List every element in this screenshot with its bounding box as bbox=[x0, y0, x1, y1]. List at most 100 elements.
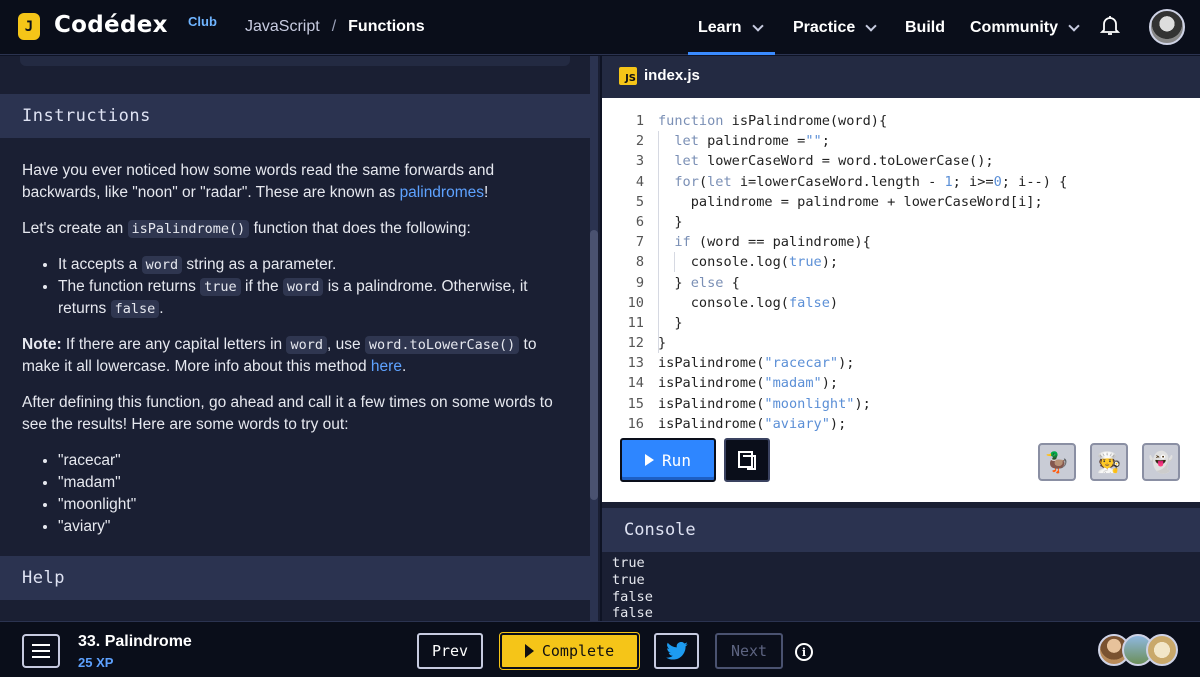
ghost-mascot-icon[interactable]: 👻 bbox=[1142, 443, 1180, 481]
lesson-menu-button[interactable] bbox=[22, 634, 60, 668]
play-icon bbox=[645, 454, 655, 466]
nav-active-indicator bbox=[688, 52, 775, 55]
inline-code: word bbox=[282, 278, 324, 296]
list-item: "racecar" bbox=[58, 450, 562, 472]
next-button[interactable]: Next bbox=[715, 633, 783, 669]
duck-mascot-icon[interactable]: 🦆 bbox=[1038, 443, 1076, 481]
prev-button[interactable]: Prev bbox=[417, 633, 483, 669]
run-button[interactable]: Run bbox=[620, 438, 716, 482]
code-lines[interactable]: 1 function isPalindrome(word){ 2 let pali… bbox=[602, 111, 1200, 434]
console-output: true true false false bbox=[612, 555, 653, 622]
console-heading: Console bbox=[602, 508, 1200, 552]
bottom-bar: 33. Palindrome 25 XP Prev Complete Next … bbox=[0, 621, 1200, 677]
inline-code: word bbox=[286, 336, 327, 354]
file-tab[interactable]: index.js bbox=[644, 67, 700, 84]
intro-paragraph: Have you ever noticed how some words rea… bbox=[22, 160, 562, 204]
breadcrumb: JavaScript / Functions bbox=[245, 18, 425, 36]
palindromes-link[interactable]: palindromes bbox=[400, 184, 484, 201]
requirements-list: It accepts a word string as a parameter.… bbox=[42, 254, 562, 320]
code-line[interactable]: 1 function isPalindrome(word){ bbox=[602, 111, 1200, 131]
console-line: false bbox=[612, 605, 653, 622]
nav-practice-label: Practice bbox=[793, 18, 856, 36]
inline-code: false bbox=[110, 300, 160, 318]
try-words-paragraph: After defining this function, go ahead a… bbox=[22, 394, 553, 433]
previous-section-edge bbox=[20, 56, 570, 66]
play-icon bbox=[524, 644, 534, 658]
brand-name[interactable]: Codédex bbox=[54, 12, 168, 38]
complete-button[interactable]: Complete bbox=[500, 633, 639, 669]
word-list: "racecar" "madam" "moonlight" "aviary" bbox=[42, 450, 562, 538]
list-item: It accepts a word string as a parameter. bbox=[58, 254, 562, 276]
info-icon[interactable]: i bbox=[795, 643, 813, 661]
code-line[interactable]: 13 isPalindrome("racecar"); bbox=[602, 353, 1200, 373]
instructions-heading: Instructions bbox=[0, 94, 590, 138]
run-label: Run bbox=[662, 450, 691, 470]
share-twitter-button[interactable] bbox=[654, 633, 699, 669]
chef-mascot-icon[interactable]: 🧑‍🍳 bbox=[1090, 443, 1128, 481]
nav-build[interactable]: Build bbox=[905, 0, 945, 55]
copy-button[interactable] bbox=[724, 438, 770, 482]
user-avatar[interactable] bbox=[1149, 9, 1185, 45]
task-paragraph: Let's create an isPalindrome() function … bbox=[22, 218, 562, 240]
console-line: true bbox=[612, 571, 645, 588]
codedex-logo-icon[interactable]: J bbox=[18, 13, 40, 40]
bell-icon[interactable] bbox=[1100, 15, 1120, 37]
twitter-icon bbox=[665, 642, 688, 660]
scrollbar-thumb[interactable] bbox=[590, 230, 598, 500]
code-line[interactable]: 15 isPalindrome("moonlight"); bbox=[602, 394, 1200, 414]
task-text-end: function that does the following: bbox=[249, 220, 471, 237]
brand-club-label: Club bbox=[188, 14, 217, 29]
javascript-file-icon: JS bbox=[619, 67, 637, 85]
contributor-avatar[interactable] bbox=[1146, 634, 1178, 666]
indent-guide bbox=[674, 252, 675, 272]
code-line[interactable]: 12} bbox=[602, 333, 1200, 353]
list-item: "aviary" bbox=[58, 516, 562, 538]
nav-community[interactable]: Community bbox=[970, 0, 1080, 55]
note-label: Note: bbox=[22, 336, 62, 353]
menu-line bbox=[32, 656, 50, 658]
code-line[interactable]: 14 isPalindrome("madam"); bbox=[602, 373, 1200, 393]
lesson-title: 33. Palindrome bbox=[78, 633, 192, 650]
console-line: true bbox=[612, 555, 645, 571]
note-paragraph: Note: If there are any capital letters i… bbox=[22, 336, 537, 375]
code-line[interactable]: 3 let lowerCaseWord = word.toLowerCase()… bbox=[602, 151, 1200, 171]
list-item: "moonlight" bbox=[58, 494, 562, 516]
instructions-content: Have you ever noticed how some words rea… bbox=[22, 160, 562, 552]
instructions-scrollbar[interactable] bbox=[590, 56, 598, 621]
code-line[interactable]: 9 } else { bbox=[602, 273, 1200, 293]
help-heading[interactable]: Help bbox=[0, 556, 590, 600]
nav-learn-label: Learn bbox=[698, 18, 742, 36]
code-line[interactable]: 6 } bbox=[602, 212, 1200, 232]
top-navbar: J Codédex Club JavaScript / Functions Le… bbox=[0, 0, 1200, 55]
code-line[interactable]: 2 let palindrome =""; bbox=[602, 131, 1200, 151]
code-line[interactable]: 4 for(let i=lowerCaseWord.length - 1; i>… bbox=[602, 172, 1200, 192]
editor-tab-bar: JS index.js bbox=[602, 56, 1200, 98]
code-line[interactable]: 11 } bbox=[602, 313, 1200, 333]
chevron-down-icon bbox=[865, 19, 877, 32]
code-line[interactable]: 5 palindrome = palindrome + lowerCaseWor… bbox=[602, 192, 1200, 212]
breadcrumb-course[interactable]: JavaScript bbox=[245, 18, 320, 36]
breadcrumb-lesson[interactable]: Functions bbox=[348, 18, 424, 36]
code-line[interactable]: 10 console.log(false) bbox=[602, 293, 1200, 313]
here-link[interactable]: here bbox=[371, 358, 402, 375]
inline-code: true bbox=[200, 278, 241, 296]
inline-code: isPalindrome() bbox=[127, 220, 250, 238]
list-item: "madam" bbox=[58, 472, 562, 494]
menu-line bbox=[32, 650, 50, 652]
list-item: The function returns true if the word is… bbox=[58, 276, 562, 320]
inline-code: word.toLowerCase() bbox=[364, 336, 520, 354]
complete-label: Complete bbox=[541, 642, 615, 660]
copy-icon bbox=[738, 451, 756, 470]
task-text: Let's create an bbox=[22, 220, 128, 237]
intro-text-end: ! bbox=[484, 184, 489, 201]
code-line[interactable]: 8 console.log(true); bbox=[602, 252, 1200, 272]
indent-guide bbox=[658, 131, 659, 353]
console-line: false bbox=[612, 588, 653, 605]
code-panel: JS index.js 1 function isPalindrome(word)… bbox=[602, 56, 1200, 621]
code-editor[interactable]: 1 function isPalindrome(word){ 2 let pali… bbox=[602, 98, 1200, 502]
code-line[interactable]: 16 isPalindrome("aviary"); bbox=[602, 414, 1200, 434]
inline-code: word bbox=[141, 256, 183, 274]
nav-practice[interactable]: Practice bbox=[793, 0, 877, 55]
nav-learn[interactable]: Learn bbox=[698, 0, 764, 55]
code-line[interactable]: 7 if (word == palindrome){ bbox=[602, 232, 1200, 252]
